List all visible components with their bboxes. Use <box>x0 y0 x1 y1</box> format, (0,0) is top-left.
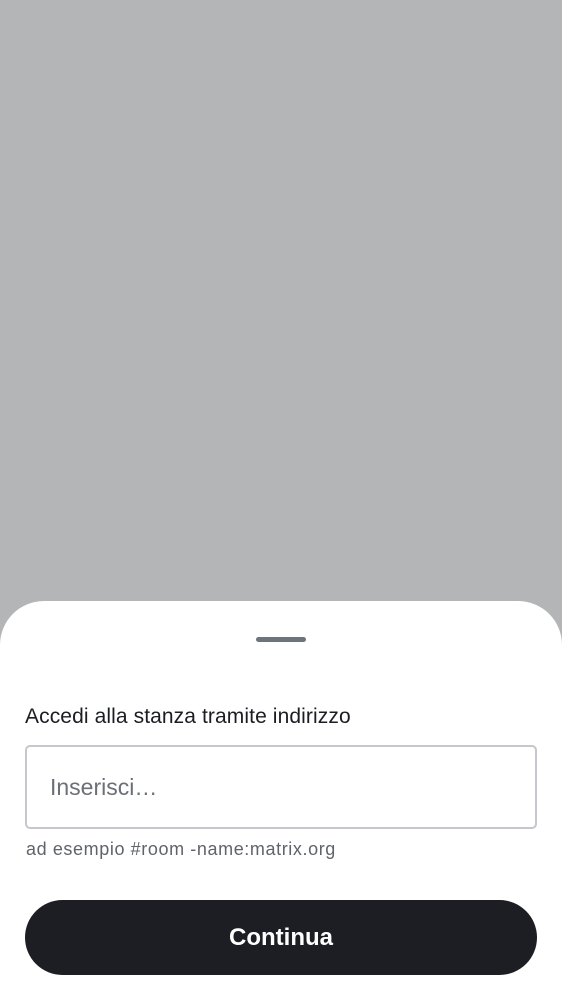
continue-button[interactable]: Continua <box>25 900 537 975</box>
address-hint: ad esempio #room -name:matrix.org <box>26 839 336 859</box>
bottom-sheet: Accedi alla stanza tramite indirizzo ad … <box>0 601 562 1000</box>
join-room-title: Accedi alla stanza tramite indirizzo <box>25 705 351 728</box>
drag-handle[interactable] <box>256 637 306 642</box>
room-address-input[interactable] <box>27 747 535 827</box>
room-address-field[interactable] <box>25 745 537 829</box>
